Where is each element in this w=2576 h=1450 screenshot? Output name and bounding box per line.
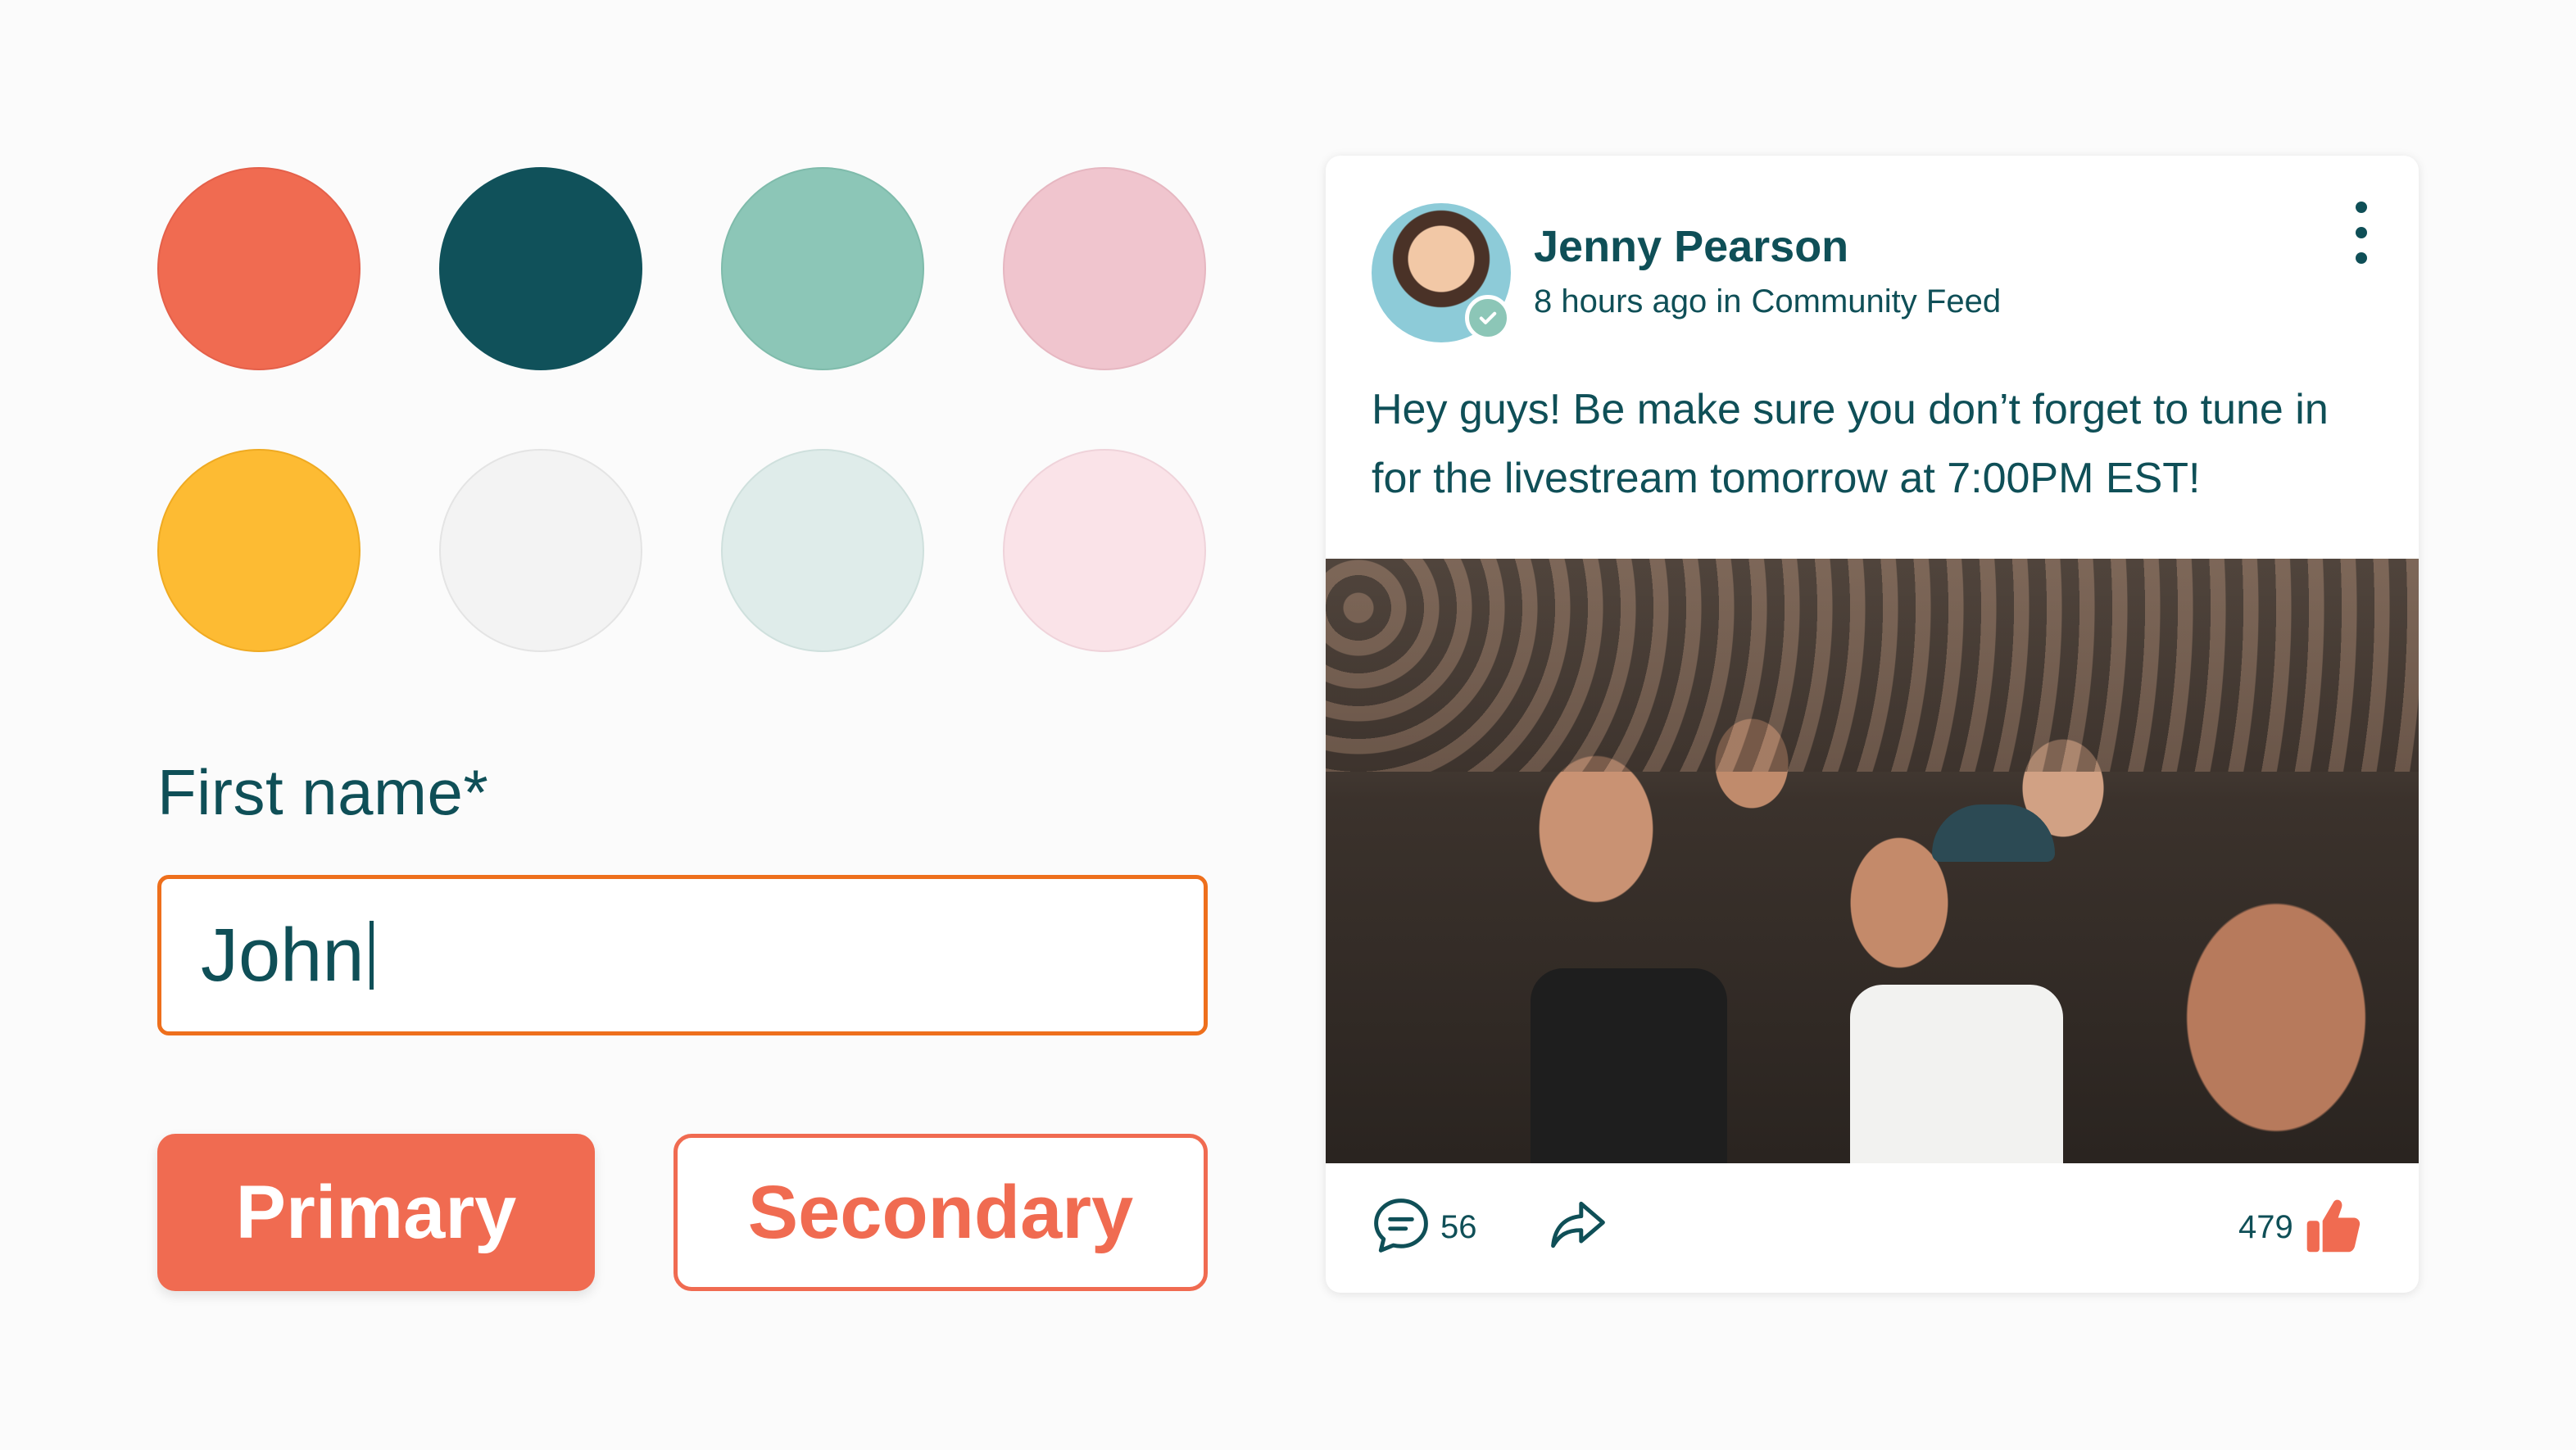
swatch-yellow: [157, 449, 361, 652]
secondary-button[interactable]: Secondary: [673, 1134, 1208, 1291]
comment-count: 56: [1440, 1208, 1477, 1245]
swatch-coral: [157, 167, 361, 370]
swatch-light-gray: [439, 449, 642, 652]
post-actions: 56 479: [1326, 1163, 2419, 1293]
primary-button[interactable]: Primary: [157, 1134, 595, 1291]
post-card: Jenny Pearson 8 hours ago in Community Fe…: [1326, 156, 2419, 1293]
comment-icon: [1370, 1194, 1432, 1261]
swatch-pale-mint: [721, 449, 924, 652]
first-name-label: First name*: [157, 756, 489, 828]
comment-button[interactable]: 56: [1370, 1196, 1477, 1258]
swatch-pale-pink: [1003, 449, 1206, 652]
post-image[interactable]: [1326, 559, 2419, 1163]
like-button[interactable]: 479: [2238, 1196, 2362, 1258]
check-icon: [1465, 295, 1511, 341]
more-vertical-icon[interactable]: [2345, 202, 2378, 264]
text-caret: [369, 921, 374, 990]
thumbs-up-icon: [2305, 1194, 2362, 1261]
share-button[interactable]: [1547, 1196, 1609, 1258]
share-icon: [1547, 1194, 1609, 1261]
swatch-mint: [721, 167, 924, 370]
swatch-dark-teal: [439, 167, 642, 370]
post-meta: 8 hours ago in Community Feed: [1534, 283, 2011, 320]
first-name-input[interactable]: John: [157, 875, 1208, 1035]
first-name-value: John: [201, 913, 365, 997]
post-time: 8 hours ago in: [1534, 283, 1742, 319]
post-feed-link[interactable]: Community Feed: [1752, 283, 2002, 319]
post-author[interactable]: Jenny Pearson: [1534, 221, 1848, 272]
like-count: 479: [2238, 1208, 2293, 1245]
swatch-pink: [1003, 167, 1206, 370]
post-text: Hey guys! Be make sure you don’t forget …: [1372, 386, 2329, 502]
